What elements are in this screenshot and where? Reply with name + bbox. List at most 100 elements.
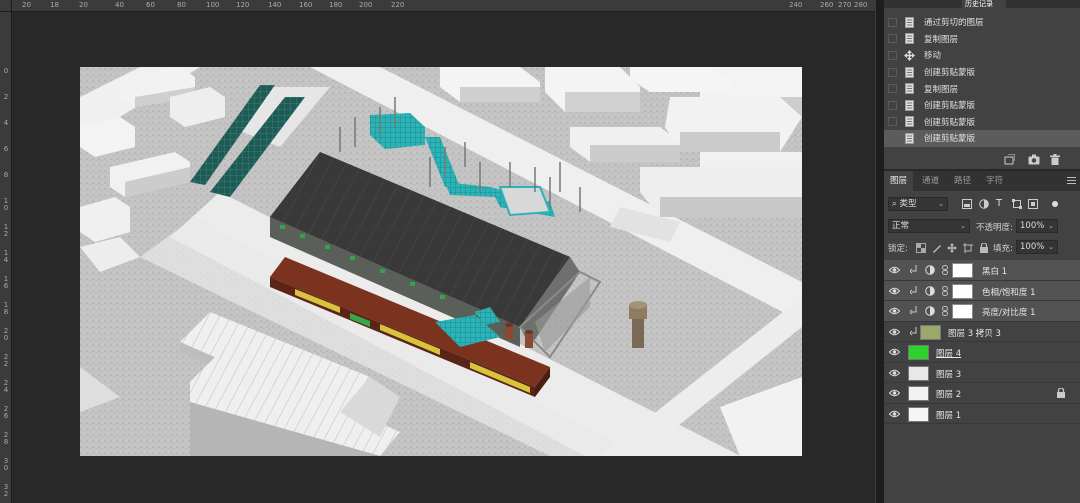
- layer-filter-select[interactable]: ⌕ 类型 ⌄: [888, 197, 948, 211]
- history-item-selected[interactable]: 创建剪贴蒙版: [884, 130, 1080, 147]
- history-snapshot-checkbox[interactable]: [888, 133, 897, 143]
- history-item[interactable]: 创建剪贴蒙版: [884, 114, 1080, 131]
- layer-row-layer-3[interactable]: 图层 3: [884, 363, 1080, 383]
- lock-image-pixels-icon[interactable]: [932, 243, 942, 253]
- history-snapshot-checkbox[interactable]: [888, 17, 897, 27]
- filter-smart-object-icon[interactable]: [1028, 199, 1038, 209]
- filter-shape-icon[interactable]: [1012, 199, 1022, 209]
- layer-mask-thumbnail[interactable]: [952, 263, 973, 278]
- fill-field[interactable]: 100% ⌄: [1016, 240, 1058, 254]
- eye-icon[interactable]: [888, 265, 901, 275]
- chain-link-icon[interactable]: [942, 285, 948, 296]
- eye-icon[interactable]: [888, 409, 901, 419]
- history-item-label: 移动: [924, 51, 942, 62]
- history-snapshot-checkbox[interactable]: [888, 67, 897, 77]
- lock-position-icon[interactable]: [947, 243, 957, 253]
- history-item[interactable]: 创建剪贴蒙版: [884, 64, 1080, 81]
- tab-history[interactable]: 历史记录: [962, 0, 1006, 8]
- layer-row-hue-saturation[interactable]: 色相/饱和度 1: [884, 280, 1080, 301]
- document-icon: [904, 33, 915, 45]
- lock-transparent-pixels-icon[interactable]: [916, 243, 926, 253]
- ruler-tick: 260: [820, 1, 834, 9]
- filter-toggle-icon[interactable]: [1050, 199, 1060, 209]
- ruler-tick: 1 4: [3, 249, 9, 264]
- filter-pixel-icon[interactable]: [962, 199, 972, 209]
- eye-icon[interactable]: [888, 286, 901, 296]
- history-item[interactable]: 复制图层: [884, 31, 1080, 48]
- tab-channels[interactable]: 通道: [916, 171, 945, 191]
- ruler-tick: 1 8: [3, 301, 9, 316]
- layer-thumbnail[interactable]: [908, 365, 929, 381]
- layer-row-layer-3-copy-3[interactable]: 图层 3 拷贝 3: [884, 322, 1080, 342]
- layer-name: 亮度/对比度 1: [982, 308, 1036, 318]
- history-item[interactable]: 通过剪切的图层: [884, 14, 1080, 31]
- ruler-tick: 3 2: [3, 483, 9, 498]
- history-item-label: 创建剪贴蒙版: [924, 117, 976, 128]
- horizontal-ruler[interactable]: 20 18 20 40 60 80 100 120 140 160 180 20…: [12, 0, 875, 12]
- layer-row-black-white[interactable]: 黑白 1: [884, 260, 1080, 281]
- chain-link-icon[interactable]: [942, 265, 948, 275]
- chevron-down-icon: ⌄: [1048, 222, 1054, 230]
- ruler-tick: 0: [3, 67, 9, 75]
- eye-icon[interactable]: [888, 306, 901, 316]
- ruler-tick: 240: [789, 1, 803, 9]
- lock-icon[interactable]: [1057, 387, 1065, 398]
- adjustment-layer-icon: [925, 265, 935, 275]
- layer-row-brightness-contrast[interactable]: 亮度/对比度 1: [884, 301, 1080, 322]
- layer-thumbnail[interactable]: [908, 406, 929, 422]
- blend-mode-select[interactable]: 正常 ⌄: [888, 219, 970, 233]
- history-snapshot-checkbox[interactable]: [888, 50, 897, 60]
- tab-paths[interactable]: 路径: [948, 171, 977, 191]
- history-list: 通过剪切的图层 复制图层 移动 创建剪贴蒙版 复制图层 创建剪贴蒙版 创建剪贴蒙…: [884, 14, 1080, 147]
- layer-thumbnail[interactable]: [908, 386, 929, 401]
- tab-layers[interactable]: 图层: [884, 171, 914, 191]
- trash-icon[interactable]: [1050, 154, 1061, 165]
- eye-icon[interactable]: [888, 388, 901, 398]
- eye-icon[interactable]: [888, 347, 901, 357]
- new-document-from-state-icon[interactable]: [1004, 153, 1016, 165]
- panel-menu-icon[interactable]: [1067, 177, 1076, 184]
- blend-row: 正常 ⌄ 不透明度: 100% ⌄: [888, 219, 1076, 235]
- opacity-field[interactable]: 100% ⌄: [1016, 219, 1058, 233]
- lock-artboard-icon[interactable]: [963, 243, 973, 253]
- document-icon: [904, 16, 915, 28]
- layers-panel: 图层 通道 路径 字符 ⌕ 类型 ⌄ T 正常 ⌄ 不透明度: 100% ⌄ 锁…: [884, 169, 1080, 503]
- history-snapshot-checkbox[interactable]: [888, 84, 897, 94]
- ruler-corner: [0, 0, 12, 12]
- history-snapshot-checkbox[interactable]: [888, 34, 897, 44]
- vertical-ruler[interactable]: 0 2 4 6 8 1 0 1 2 1 4 1 6 1 8 2 0 2 2 2 …: [0, 12, 12, 503]
- eye-icon[interactable]: [888, 327, 901, 337]
- layer-row-layer-4[interactable]: 图层 4: [884, 342, 1080, 363]
- panel-divider[interactable]: [875, 0, 884, 503]
- history-item-label: 创建剪贴蒙版: [924, 101, 976, 112]
- filter-adjustment-icon[interactable]: [979, 199, 989, 209]
- layer-mask-thumbnail[interactable]: [952, 304, 973, 319]
- history-snapshot-checkbox[interactable]: [888, 117, 897, 127]
- ruler-tick: 160: [299, 1, 313, 9]
- tab-character[interactable]: 字符: [980, 171, 1009, 191]
- history-snapshot-checkbox[interactable]: [888, 100, 897, 110]
- layer-filter-value: 类型: [899, 199, 917, 209]
- history-item[interactable]: 复制图层: [884, 80, 1080, 97]
- camera-snapshot-icon[interactable]: [1028, 154, 1040, 165]
- eye-icon[interactable]: [888, 368, 901, 378]
- layer-row-layer-2[interactable]: 图层 2: [884, 383, 1080, 404]
- history-item-label: 创建剪贴蒙版: [924, 68, 976, 79]
- document-icon: [904, 116, 915, 128]
- history-item[interactable]: 移动: [884, 47, 1080, 64]
- layer-thumbnail[interactable]: [908, 345, 929, 360]
- layer-row-layer-1[interactable]: 图层 1: [884, 404, 1080, 424]
- document-icon: [904, 66, 915, 78]
- layer-thumbnail[interactable]: [920, 324, 941, 340]
- history-item[interactable]: 创建剪贴蒙版: [884, 97, 1080, 114]
- chain-link-icon[interactable]: [942, 306, 948, 316]
- filter-type-icon[interactable]: T: [996, 199, 1006, 209]
- ruler-tick: 1 2: [3, 223, 9, 238]
- lock-all-icon[interactable]: [980, 242, 990, 253]
- layer-name: 色相/饱和度 1: [982, 287, 1036, 298]
- document-canvas[interactable]: [80, 67, 802, 456]
- clipping-arrow-icon: [909, 285, 918, 296]
- adjustment-layer-icon: [925, 285, 935, 296]
- ruler-tick: 100: [206, 1, 220, 9]
- layer-mask-thumbnail[interactable]: [952, 283, 973, 299]
